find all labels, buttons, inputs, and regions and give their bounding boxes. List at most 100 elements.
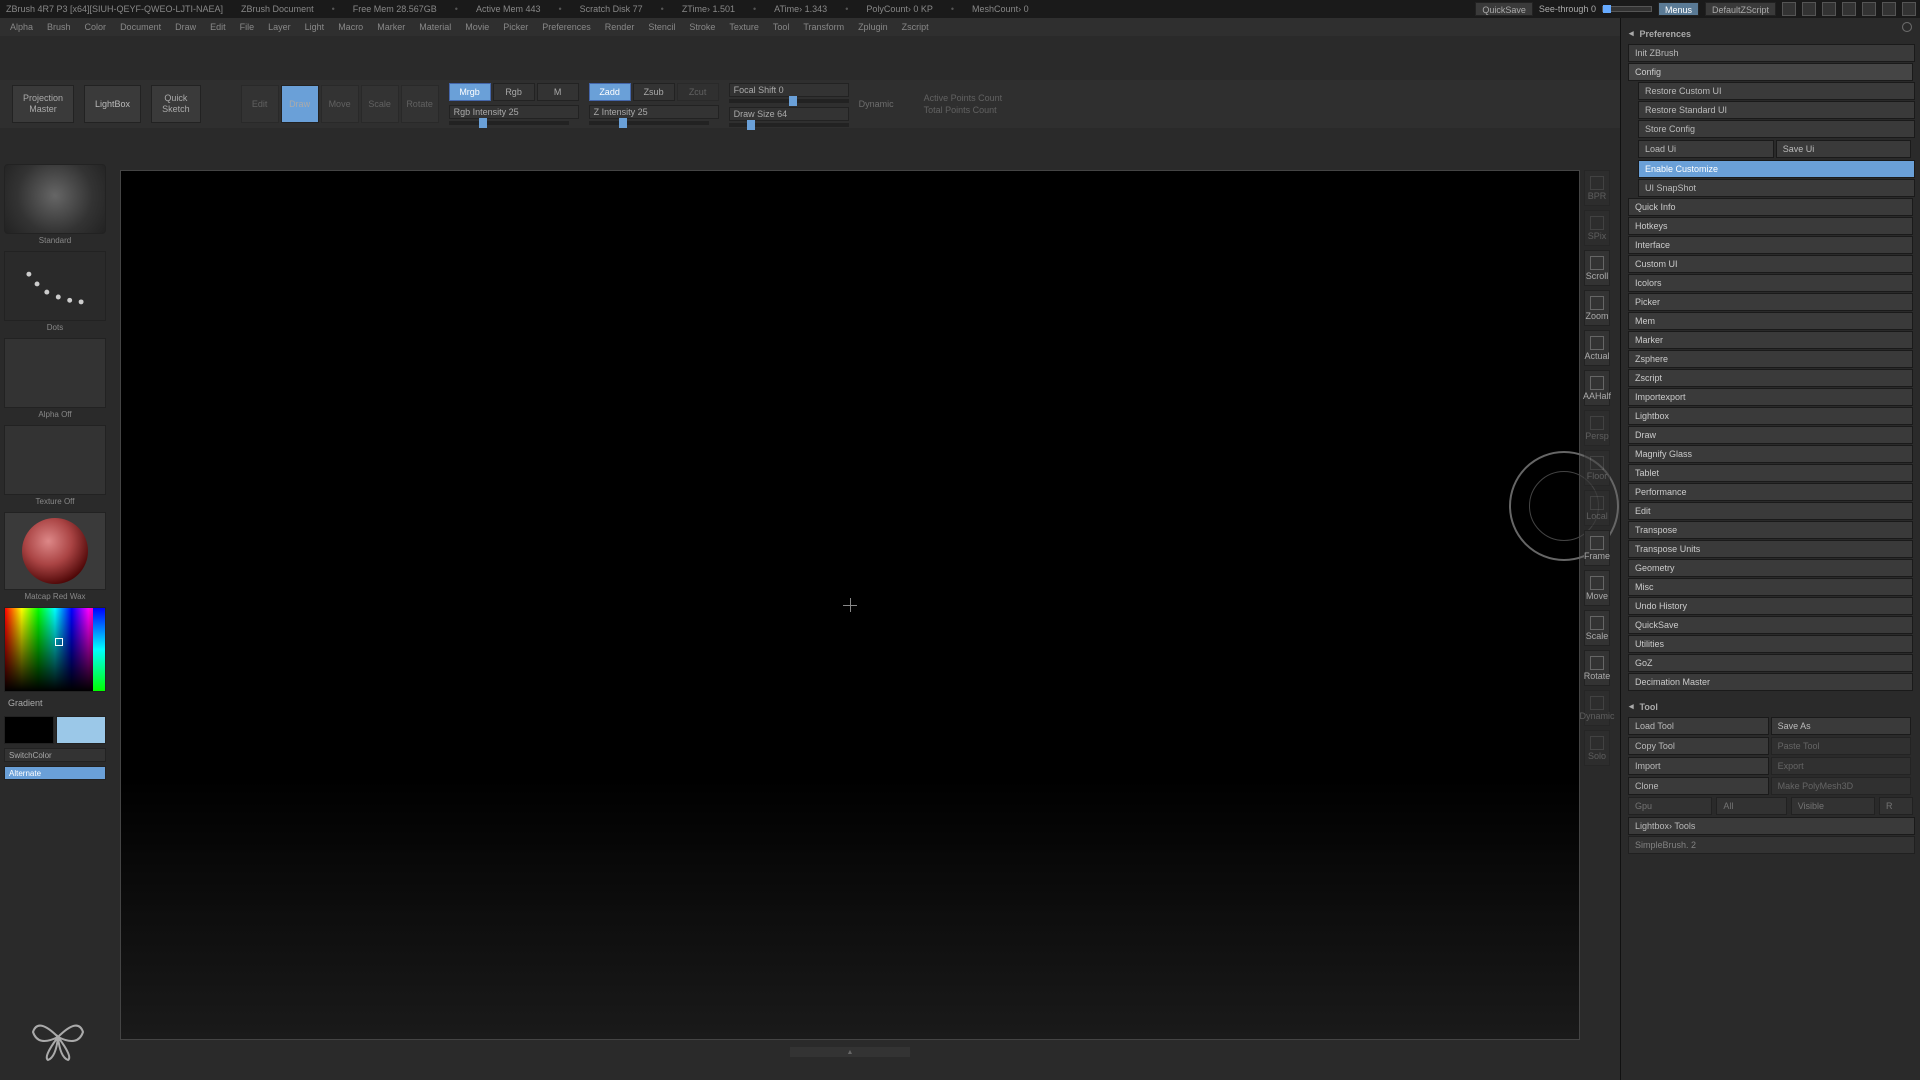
enable-customize-button[interactable]: Enable Customize bbox=[1638, 160, 1915, 178]
canvas-drawer-handle[interactable] bbox=[790, 1047, 910, 1057]
pref-section-marker[interactable]: Marker bbox=[1628, 331, 1913, 349]
menu-transform[interactable]: Transform bbox=[803, 22, 844, 32]
pin-icon[interactable] bbox=[1902, 22, 1912, 32]
draw-size-slider[interactable]: Draw Size 64 bbox=[729, 107, 849, 121]
pref-section-zsphere[interactable]: Zsphere bbox=[1628, 350, 1913, 368]
save-ui-button[interactable]: Save Ui bbox=[1776, 140, 1912, 158]
pref-section-mem[interactable]: Mem bbox=[1628, 312, 1913, 330]
pref-section-quicksave[interactable]: QuickSave bbox=[1628, 616, 1913, 634]
config-section[interactable]: Config bbox=[1628, 63, 1913, 81]
draw-button[interactable]: Draw bbox=[281, 85, 319, 123]
init-zbrush-button[interactable]: Init ZBrush bbox=[1628, 44, 1915, 62]
menu-material[interactable]: Material bbox=[419, 22, 451, 32]
menu-preferences[interactable]: Preferences bbox=[542, 22, 591, 32]
spix-button[interactable]: SPix bbox=[1584, 210, 1610, 246]
visible-button[interactable]: Visible bbox=[1791, 797, 1875, 815]
color-picker[interactable] bbox=[4, 607, 106, 692]
pref-section-zscript[interactable]: Zscript bbox=[1628, 369, 1913, 387]
all-button[interactable]: All bbox=[1716, 797, 1786, 815]
seethrough-slider[interactable] bbox=[1602, 6, 1652, 12]
swatch-primary[interactable] bbox=[56, 716, 106, 744]
quicksketch-button[interactable]: Quick Sketch bbox=[151, 85, 201, 123]
copy-tool-button[interactable]: Copy Tool bbox=[1628, 737, 1769, 755]
menu-marker[interactable]: Marker bbox=[377, 22, 405, 32]
solo-button[interactable]: Solo bbox=[1584, 730, 1610, 766]
menu-light[interactable]: Light bbox=[305, 22, 325, 32]
pref-section-utilities[interactable]: Utilities bbox=[1628, 635, 1913, 653]
edit-button[interactable]: Edit bbox=[241, 85, 279, 123]
save-as-button[interactable]: Save As bbox=[1771, 717, 1912, 735]
floor-button[interactable]: Floor bbox=[1584, 450, 1610, 486]
aahalf-button[interactable]: AAHalf bbox=[1584, 370, 1610, 406]
tool-title[interactable]: ◂ Tool bbox=[1627, 697, 1914, 716]
pref-section-interface[interactable]: Interface bbox=[1628, 236, 1913, 254]
pref-section-performance[interactable]: Performance bbox=[1628, 483, 1913, 501]
projection-master-button[interactable]: Projection Master bbox=[12, 85, 74, 123]
pref-section-quick-info[interactable]: Quick Info bbox=[1628, 198, 1913, 216]
clone-button[interactable]: Clone bbox=[1628, 777, 1769, 795]
menu-document[interactable]: Document bbox=[120, 22, 161, 32]
quicksave-button[interactable]: QuickSave bbox=[1475, 2, 1533, 16]
pref-section-edit[interactable]: Edit bbox=[1628, 502, 1913, 520]
menu-zplugin[interactable]: Zplugin bbox=[858, 22, 888, 32]
menu-tool[interactable]: Tool bbox=[773, 22, 790, 32]
move-button[interactable]: Move bbox=[321, 85, 359, 123]
frame-button[interactable]: Frame bbox=[1584, 530, 1610, 566]
swatch-secondary[interactable] bbox=[4, 716, 54, 744]
scale-button[interactable]: Scale bbox=[361, 85, 399, 123]
preferences-title[interactable]: ◂ Preferences bbox=[1627, 24, 1914, 43]
r-button[interactable]: R bbox=[1879, 797, 1913, 815]
maximize-icon[interactable] bbox=[1882, 2, 1896, 16]
zadd-button[interactable]: Zadd bbox=[589, 83, 631, 101]
texture-picker[interactable] bbox=[4, 425, 106, 495]
menu-movie[interactable]: Movie bbox=[465, 22, 489, 32]
load-tool-button[interactable]: Load Tool bbox=[1628, 717, 1769, 735]
persp-button[interactable]: Persp bbox=[1584, 410, 1610, 446]
pref-section-goz[interactable]: GoZ bbox=[1628, 654, 1913, 672]
gradient-button[interactable]: Gradient bbox=[4, 696, 106, 712]
pref-section-draw[interactable]: Draw bbox=[1628, 426, 1913, 444]
m-button[interactable]: M bbox=[537, 83, 579, 101]
pref-section-custom-ui[interactable]: Custom UI bbox=[1628, 255, 1913, 273]
alternate-button[interactable]: Alternate bbox=[4, 766, 106, 780]
scroll-button[interactable]: Scroll bbox=[1584, 250, 1610, 286]
menu-zscript[interactable]: Zscript bbox=[902, 22, 929, 32]
pref-section-decimation-master[interactable]: Decimation Master bbox=[1628, 673, 1913, 691]
menu-render[interactable]: Render bbox=[605, 22, 635, 32]
export-button[interactable]: Export bbox=[1771, 757, 1912, 775]
ui-snapshot-button[interactable]: UI SnapShot bbox=[1638, 179, 1915, 197]
zcut-button[interactable]: Zcut bbox=[677, 83, 719, 101]
pref-section-transpose-units[interactable]: Transpose Units bbox=[1628, 540, 1913, 558]
pref-section-lightbox[interactable]: Lightbox bbox=[1628, 407, 1913, 425]
window-icon-2[interactable] bbox=[1802, 2, 1816, 16]
pref-section-transpose[interactable]: Transpose bbox=[1628, 521, 1913, 539]
scale-button[interactable]: Scale bbox=[1584, 610, 1610, 646]
focal-shift-slider[interactable]: Focal Shift 0 bbox=[729, 83, 849, 97]
menu-alpha[interactable]: Alpha bbox=[10, 22, 33, 32]
menu-texture[interactable]: Texture bbox=[729, 22, 759, 32]
paste-tool-button[interactable]: Paste Tool bbox=[1771, 737, 1912, 755]
minimize-icon[interactable] bbox=[1862, 2, 1876, 16]
alpha-picker[interactable] bbox=[4, 338, 106, 408]
zoom-button[interactable]: Zoom bbox=[1584, 290, 1610, 326]
pref-section-geometry[interactable]: Geometry bbox=[1628, 559, 1913, 577]
menu-color[interactable]: Color bbox=[85, 22, 107, 32]
default-zscript-button[interactable]: DefaultZScript bbox=[1705, 2, 1776, 16]
close-icon[interactable] bbox=[1902, 2, 1916, 16]
load-ui-button[interactable]: Load Ui bbox=[1638, 140, 1774, 158]
pref-section-undo-history[interactable]: Undo History bbox=[1628, 597, 1913, 615]
pref-section-importexport[interactable]: Importexport bbox=[1628, 388, 1913, 406]
import-button[interactable]: Import bbox=[1628, 757, 1769, 775]
menu-macro[interactable]: Macro bbox=[338, 22, 363, 32]
menu-file[interactable]: File bbox=[240, 22, 255, 32]
menu-stroke[interactable]: Stroke bbox=[689, 22, 715, 32]
restore-standard-ui-button[interactable]: Restore Standard UI bbox=[1638, 101, 1915, 119]
z-intensity-slider[interactable]: Z Intensity 25 bbox=[589, 105, 719, 119]
dynamic-button[interactable]: Dynamic bbox=[1584, 690, 1610, 726]
menu-stencil[interactable]: Stencil bbox=[648, 22, 675, 32]
menu-draw[interactable]: Draw bbox=[175, 22, 196, 32]
pref-section-tablet[interactable]: Tablet bbox=[1628, 464, 1913, 482]
restore-custom-ui-button[interactable]: Restore Custom UI bbox=[1638, 82, 1915, 100]
menu-brush[interactable]: Brush bbox=[47, 22, 71, 32]
pref-section-magnify-glass[interactable]: Magnify Glass bbox=[1628, 445, 1913, 463]
